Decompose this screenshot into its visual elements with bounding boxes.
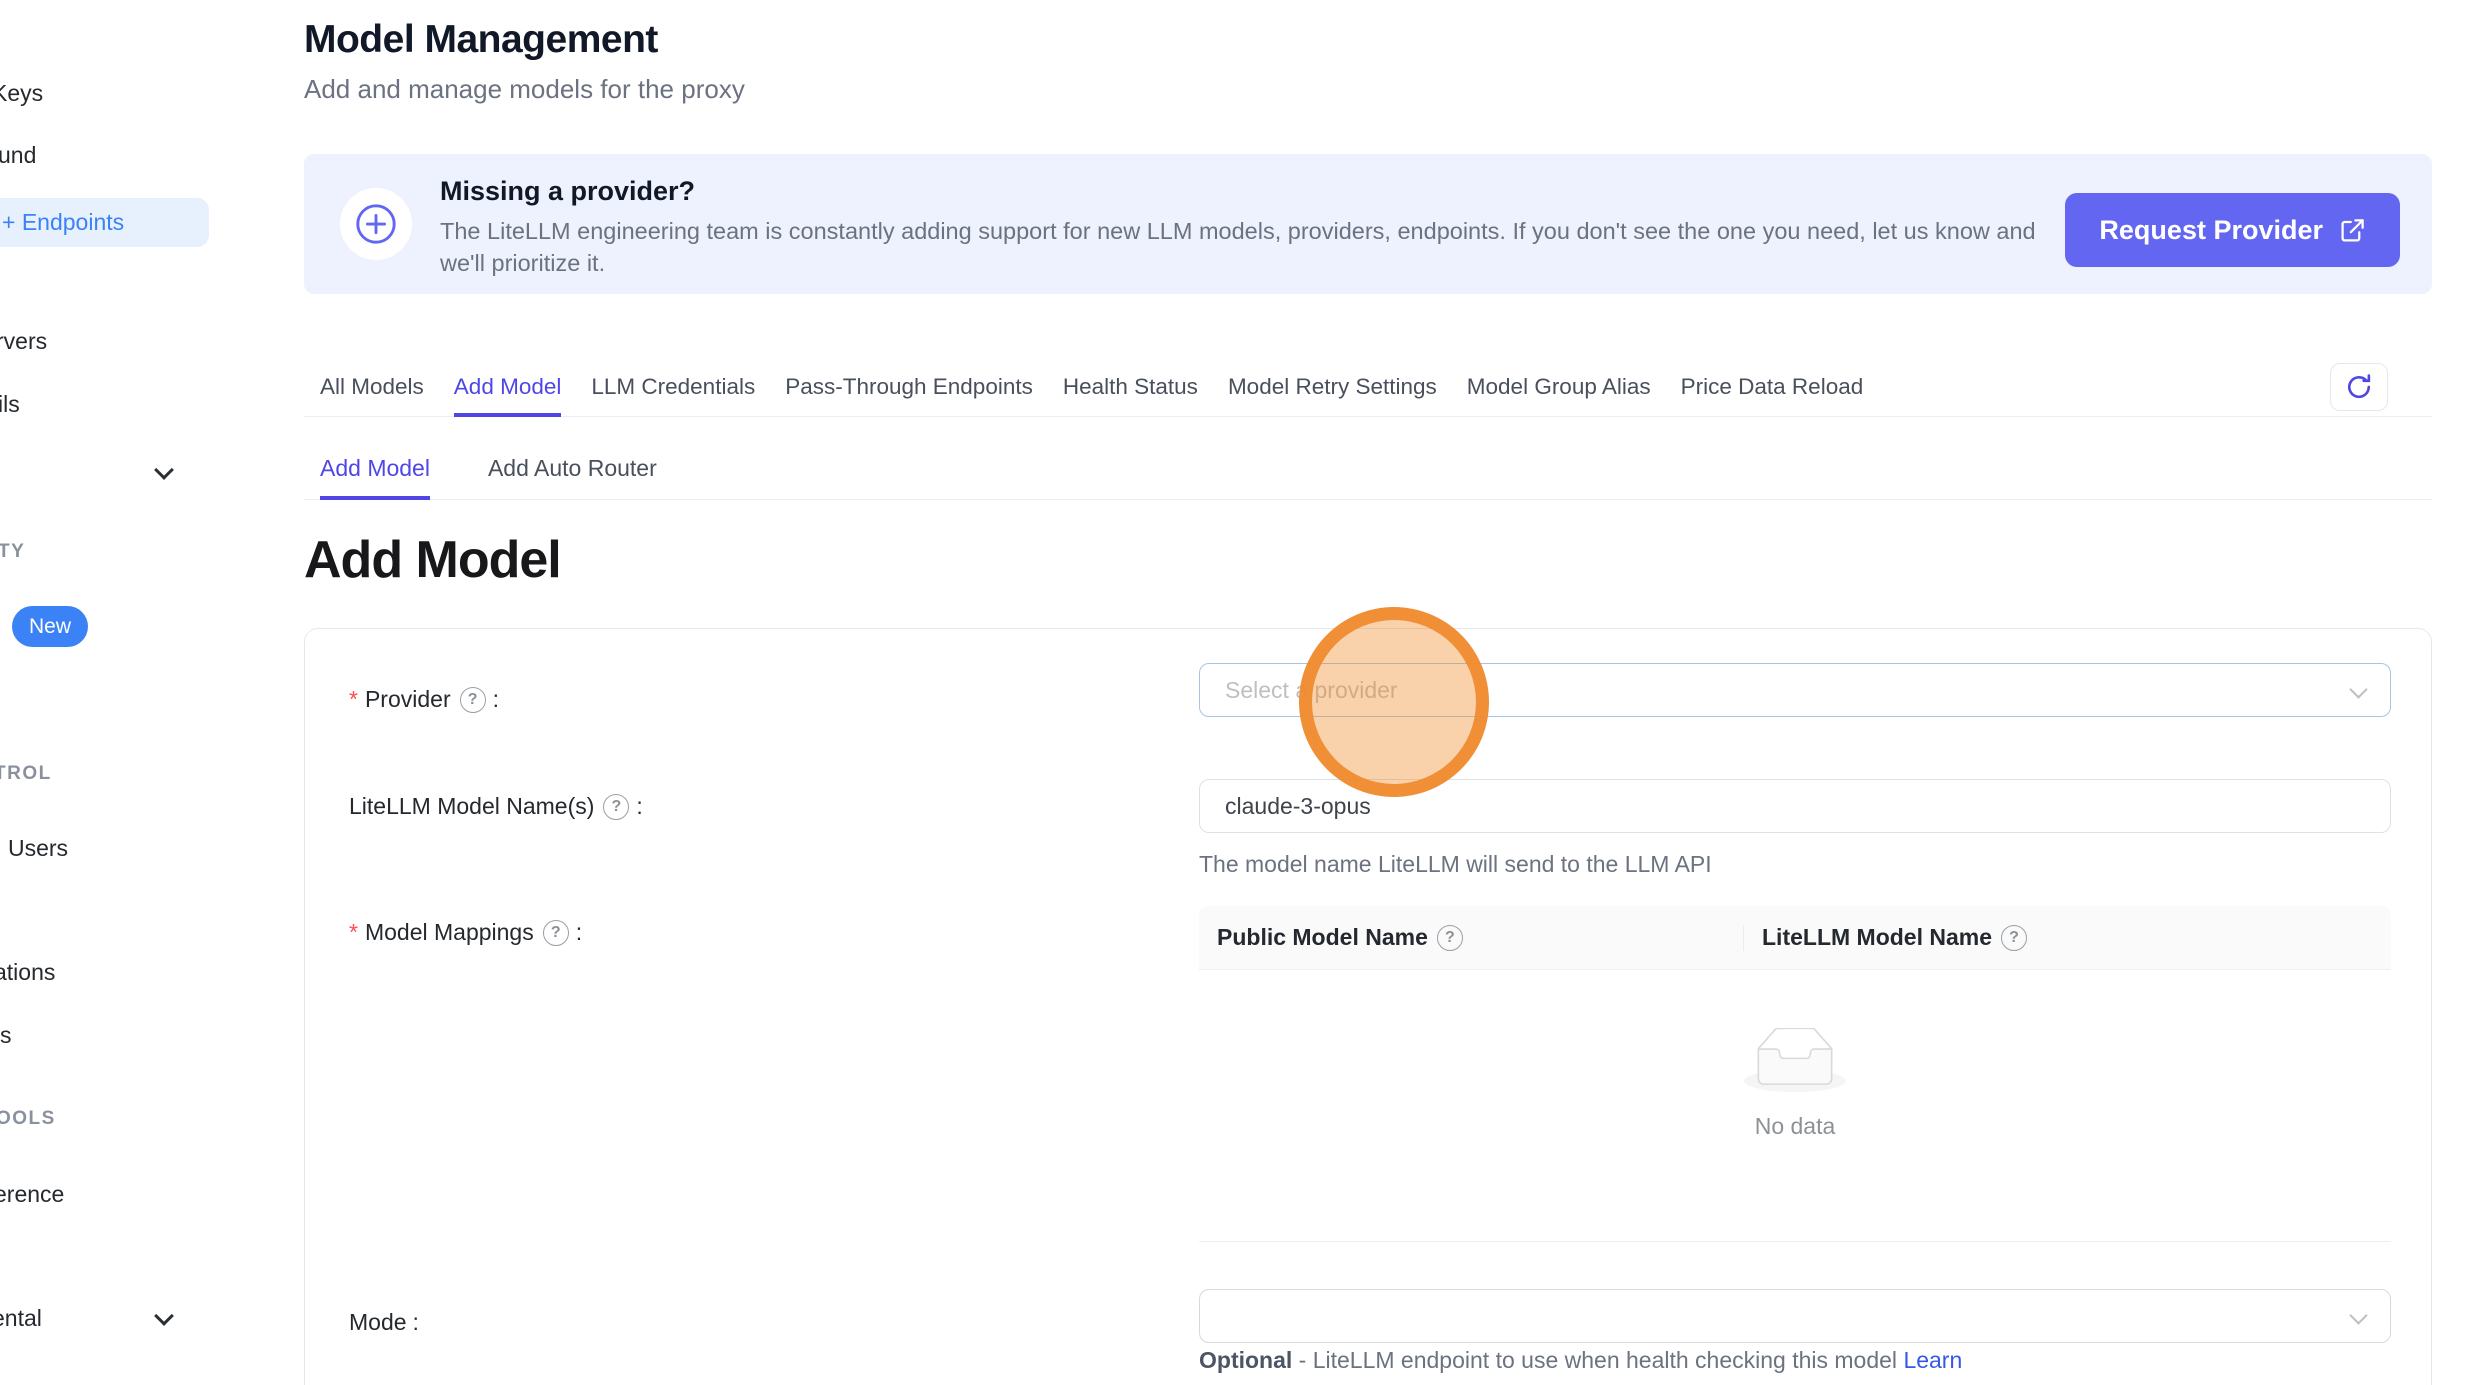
help-icon[interactable]: [2001, 925, 2027, 951]
tab-model-group-alias[interactable]: Model Group Alias: [1467, 360, 1651, 417]
tab-health-status[interactable]: Health Status: [1063, 360, 1198, 417]
tab-all-models[interactable]: All Models: [320, 360, 424, 417]
column-header-litellm-model-name: LiteLLM Model Name: [1744, 906, 2391, 969]
chevron-down-icon: [2349, 1306, 2367, 1324]
tab-add-model[interactable]: Add Model: [454, 360, 562, 417]
sidebar-item-mcp-servers[interactable]: rvers: [0, 328, 47, 355]
required-asterisk: *: [349, 686, 358, 713]
no-data-text: No data: [1199, 1113, 2391, 1140]
tab-pass-through-endpoints[interactable]: Pass-Through Endpoints: [785, 360, 1033, 417]
sidebar-section-label: TY: [0, 541, 25, 563]
sidebar-item-experimental[interactable]: ental: [0, 1305, 42, 1332]
model-mappings-label: * Model Mappings :: [349, 919, 582, 946]
provider-label: * Provider :: [349, 686, 499, 713]
banner-body: The LiteLLM engineering team is constant…: [440, 216, 2070, 279]
sidebar-item-label: ental: [0, 1305, 42, 1331]
sidebar: Keys und + Endpoints rvers ils TY New TR…: [0, 0, 240, 1385]
provider-select-placeholder: Select a provider: [1225, 664, 1398, 716]
page-subtitle: Add and manage models for the proxy: [304, 74, 745, 105]
refresh-button[interactable]: [2330, 363, 2388, 411]
sidebar-item-teams[interactable]: s: [0, 1022, 12, 1049]
add-model-subtabs-bar: Add Model Add Auto Router: [304, 442, 2432, 500]
litellm-model-name-input[interactable]: [1199, 779, 2391, 833]
chevron-down-icon: [154, 1306, 174, 1326]
request-provider-button[interactable]: Request Provider: [2065, 193, 2400, 267]
add-model-heading: Add Model: [304, 530, 561, 590]
mode-helper-text: Optional - LiteLLM endpoint to use when …: [1199, 1347, 1962, 1374]
help-icon[interactable]: [460, 687, 486, 713]
sidebar-item-users[interactable]: Users: [8, 835, 68, 862]
model-name-helper-text: The model name LiteLLM will send to the …: [1199, 851, 1712, 878]
required-asterisk: *: [349, 919, 358, 946]
model-tabs-bar: All Models Add Model LLM Credentials Pas…: [304, 360, 2432, 417]
sidebar-group-collapse[interactable]: [157, 456, 171, 483]
refresh-icon: [2344, 372, 2374, 402]
model-mappings-table: Public Model Name LiteLLM Model Name: [1199, 906, 2391, 1140]
sidebar-item-label: + Endpoints: [0, 209, 124, 236]
subtab-add-model[interactable]: Add Model: [320, 442, 430, 500]
new-badge[interactable]: New: [12, 606, 88, 647]
model-name-label: LiteLLM Model Name(s) :: [349, 793, 643, 820]
sidebar-item-organizations[interactable]: ations: [0, 959, 55, 986]
add-model-form-card: * Provider : Select a provider LiteLLM M…: [304, 628, 2432, 1385]
provider-select[interactable]: Select a provider: [1199, 663, 2391, 717]
litellm-admin-page: Keys und + Endpoints rvers ils TY New TR…: [0, 0, 2477, 1385]
tab-price-data-reload[interactable]: Price Data Reload: [1681, 360, 1864, 417]
external-link-icon: [2339, 217, 2366, 244]
plus-circle-icon: [340, 188, 412, 260]
learn-more-link[interactable]: Learn: [1903, 1347, 1962, 1373]
mode-select[interactable]: [1199, 1289, 2391, 1343]
missing-provider-banner: Missing a provider? The LiteLLM engineer…: [304, 154, 2432, 294]
help-icon[interactable]: [603, 794, 629, 820]
sidebar-item-virtual-keys[interactable]: Keys: [0, 80, 43, 107]
table-bottom-border: [1199, 1241, 2391, 1242]
column-header-public-model-name: Public Model Name: [1199, 906, 1744, 969]
sidebar-section-tools: OOLS: [0, 1108, 56, 1130]
mode-label: Mode :: [349, 1309, 419, 1336]
empty-state: No data: [1199, 970, 2391, 1140]
sidebar-item-models-endpoints-active[interactable]: + Endpoints: [0, 198, 209, 247]
tab-llm-credentials[interactable]: LLM Credentials: [591, 360, 755, 417]
chevron-down-icon: [2349, 680, 2367, 698]
subtab-add-auto-router[interactable]: Add Auto Router: [488, 442, 657, 500]
mappings-table-header: Public Model Name LiteLLM Model Name: [1199, 906, 2391, 970]
empty-inbox-icon: [1744, 1028, 1846, 1099]
sidebar-item-guardrails[interactable]: ils: [0, 391, 20, 418]
help-icon[interactable]: [543, 920, 569, 946]
chevron-down-icon: [154, 460, 174, 480]
tab-model-retry-settings[interactable]: Model Retry Settings: [1228, 360, 1437, 417]
help-icon[interactable]: [1437, 925, 1463, 951]
request-provider-label: Request Provider: [2099, 215, 2323, 246]
sidebar-section-access-control: TROL: [0, 763, 52, 785]
sidebar-item-playground[interactable]: und: [0, 142, 36, 169]
banner-title: Missing a provider?: [440, 176, 695, 207]
sidebar-item-api-reference[interactable]: erence: [0, 1181, 64, 1208]
page-title: Model Management: [304, 18, 658, 62]
